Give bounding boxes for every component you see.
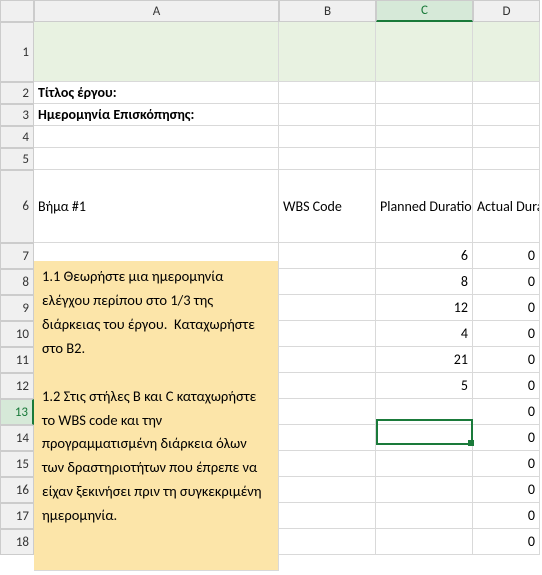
cell-B15[interactable]	[279, 451, 376, 477]
cell-D4[interactable]	[473, 126, 540, 148]
cell-D17[interactable]: 0	[473, 503, 540, 529]
cell-C2[interactable]	[376, 82, 473, 104]
wbs-code-header-text: WBS Code	[283, 198, 342, 215]
cell-D5[interactable]	[473, 148, 540, 170]
cell-D15[interactable]: 0	[473, 451, 540, 477]
cell-C10[interactable]: 4	[376, 321, 473, 347]
spreadsheet-grid[interactable]: A B C D 1 2 Τίτλος έργου: 3 Ημερομηνία Ε…	[0, 0, 542, 555]
cell-D1[interactable]	[473, 22, 540, 82]
cell-B9[interactable]	[279, 295, 376, 321]
cell-C17[interactable]	[376, 503, 473, 529]
cell-A2-project-title-label[interactable]: Τίτλος έργου:	[34, 82, 279, 104]
row-header-4[interactable]: 4	[0, 126, 34, 148]
cell-A1[interactable]	[34, 22, 279, 82]
cell-D3[interactable]	[473, 104, 540, 126]
cell-C12[interactable]: 5	[376, 373, 473, 399]
row-header-2[interactable]: 2	[0, 82, 34, 104]
cell-C5[interactable]	[376, 148, 473, 170]
cell-C1[interactable]	[376, 22, 473, 82]
row-header-9[interactable]: 9	[0, 295, 34, 321]
cell-B16[interactable]	[279, 477, 376, 503]
cell-D11[interactable]: 0	[473, 347, 540, 373]
cell-D9[interactable]: 0	[473, 295, 540, 321]
cell-B12[interactable]	[279, 373, 376, 399]
cell-C4[interactable]	[376, 126, 473, 148]
cell-B14[interactable]	[279, 425, 376, 451]
cell-C8[interactable]: 8	[376, 269, 473, 295]
row-header-1[interactable]: 1	[0, 22, 34, 82]
row-header-16[interactable]: 16	[0, 477, 34, 503]
col-header-D[interactable]: D	[473, 0, 540, 22]
cell-C18[interactable]	[376, 529, 473, 555]
cell-C13[interactable]	[376, 399, 473, 425]
row-header-15[interactable]: 15	[0, 451, 34, 477]
cell-B3[interactable]	[279, 104, 376, 126]
cell-B5[interactable]	[279, 148, 376, 170]
instruction-note: 1.1 Θεωρήστε μια ημερομηνία ελέγχου περί…	[34, 261, 279, 571]
cell-D2[interactable]	[473, 82, 540, 104]
col-header-B[interactable]: B	[279, 0, 376, 22]
cell-C9[interactable]: 12	[376, 295, 473, 321]
cell-B2[interactable]	[279, 82, 376, 104]
cell-D8[interactable]: 0	[473, 269, 540, 295]
col-header-A[interactable]: A	[34, 0, 279, 22]
cell-C16[interactable]	[376, 477, 473, 503]
row-header-18[interactable]: 18	[0, 529, 34, 555]
select-all-corner[interactable]	[0, 0, 34, 22]
cell-C6-planned-duration-header[interactable]: Planned Duration	[376, 170, 473, 243]
cell-D6-actual-duration-header[interactable]: Actual Duration	[473, 170, 540, 243]
cell-B17[interactable]	[279, 503, 376, 529]
cell-D18[interactable]: 0	[473, 529, 540, 555]
col-header-C[interactable]: C	[376, 0, 473, 22]
cell-B6-wbs-code-header[interactable]: WBS Code	[279, 170, 376, 243]
cell-A4[interactable]	[34, 126, 279, 148]
cell-C14[interactable]	[376, 425, 473, 451]
cell-B10[interactable]	[279, 321, 376, 347]
cell-B7[interactable]	[279, 243, 376, 269]
row-header-10[interactable]: 10	[0, 321, 34, 347]
cell-C7[interactable]: 6	[376, 243, 473, 269]
row-header-11[interactable]: 11	[0, 347, 34, 373]
cell-D7[interactable]: 0	[473, 243, 540, 269]
row-header-8[interactable]: 8	[0, 269, 34, 295]
cell-B8[interactable]	[279, 269, 376, 295]
cell-D12[interactable]: 0	[473, 373, 540, 399]
step-header-text: Βήμα #1	[38, 198, 86, 215]
row-header-6[interactable]: 6	[0, 170, 34, 243]
cell-B4[interactable]	[279, 126, 376, 148]
cell-A5[interactable]	[34, 148, 279, 170]
row-header-7[interactable]: 7	[0, 243, 34, 269]
cell-D14[interactable]: 0	[473, 425, 540, 451]
cell-C15[interactable]	[376, 451, 473, 477]
cell-D13[interactable]: 0	[473, 399, 540, 425]
row-header-12[interactable]: 12	[0, 373, 34, 399]
row-header-13[interactable]: 13	[0, 399, 34, 425]
cell-D16[interactable]: 0	[473, 477, 540, 503]
planned-duration-header-text: Planned Duration	[380, 198, 473, 215]
row-header-3[interactable]: 3	[0, 104, 34, 126]
cell-C11[interactable]: 21	[376, 347, 473, 373]
row-header-14[interactable]: 14	[0, 425, 34, 451]
cell-B13[interactable]	[279, 399, 376, 425]
cell-B11[interactable]	[279, 347, 376, 373]
cell-B1[interactable]	[279, 22, 376, 82]
row-header-5[interactable]: 5	[0, 148, 34, 170]
cell-A3-review-date-label[interactable]: Ημερομηνία Επισκόπησης:	[34, 104, 279, 126]
cell-A6-step-header[interactable]: Βήμα #1	[34, 170, 279, 243]
actual-duration-header-text: Actual Duration	[477, 198, 540, 215]
cell-D10[interactable]: 0	[473, 321, 540, 347]
cell-C3[interactable]	[376, 104, 473, 126]
row-header-17[interactable]: 17	[0, 503, 34, 529]
cell-B18[interactable]	[279, 529, 376, 555]
